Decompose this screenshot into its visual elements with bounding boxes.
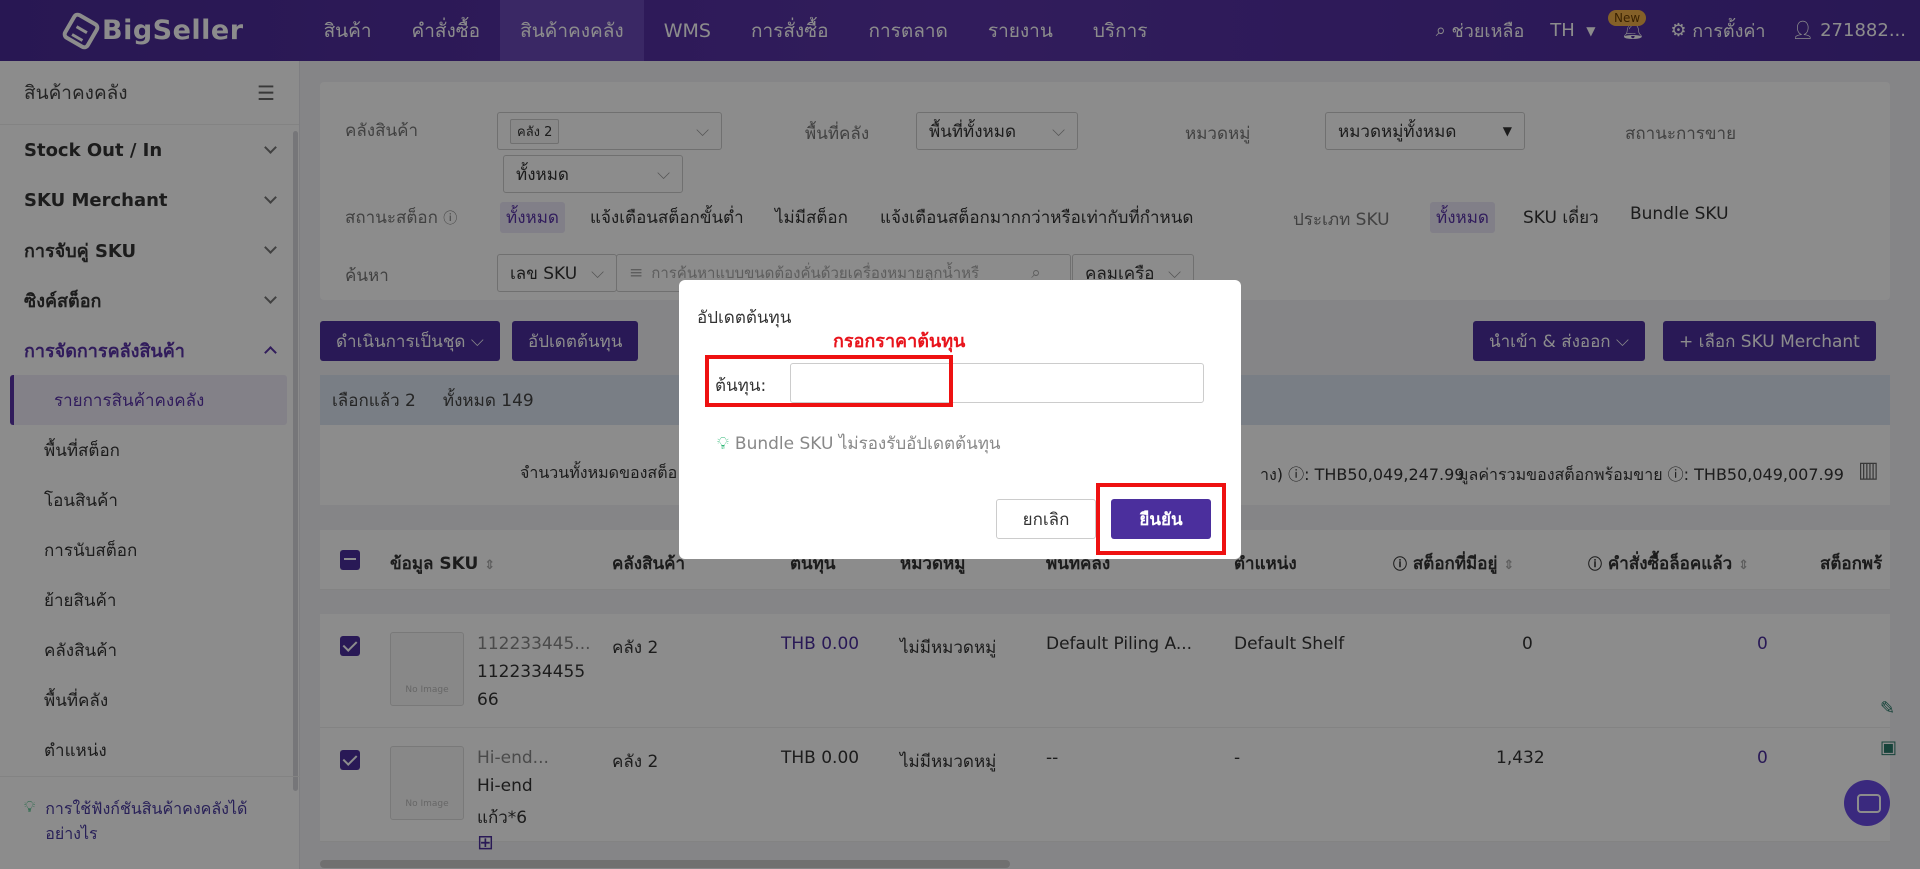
dialog-title: อัปเดตต้นทุน xyxy=(697,308,792,328)
annotation-text: กรอกราคาต้นทุน xyxy=(833,331,966,352)
cancel-button[interactable]: ยกเลิก xyxy=(996,499,1096,539)
annotation-highlight-input xyxy=(705,355,953,407)
update-cost-dialog: อัปเดตต้นทุน กรอกราคาต้นทุน ต้นทุน: 💡︎ B… xyxy=(679,280,1241,559)
annotation-highlight-confirm xyxy=(1096,483,1226,555)
bundle-hint: 💡︎ Bundle SKU ไม่รองรับอัปเดตต้นทุน xyxy=(717,433,1001,455)
lightbulb-icon: 💡︎ xyxy=(717,433,729,454)
